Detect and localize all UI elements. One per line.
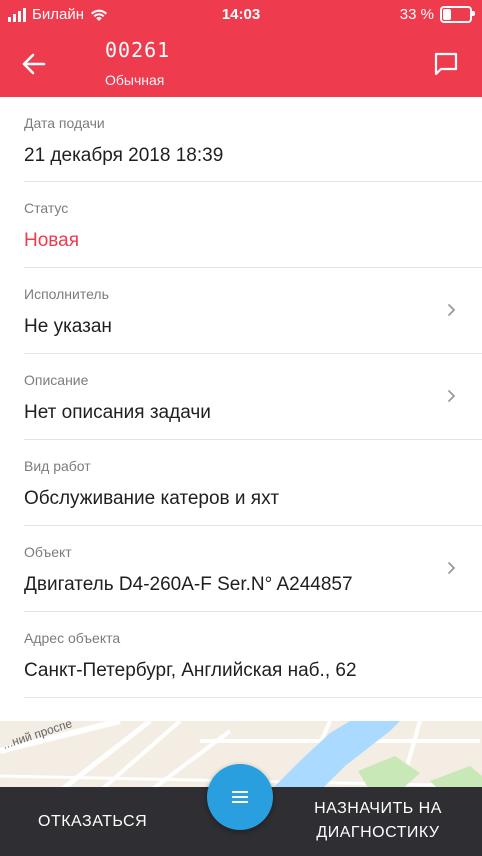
status-value: Новая: [24, 230, 80, 251]
decline-button[interactable]: ОТКАЗАТЬСЯ: [38, 813, 147, 831]
status-bar: Билайн 14:03 33 %: [0, 0, 482, 30]
field-label: Описание: [24, 372, 89, 388]
field-value: Нет описания задачи: [24, 402, 211, 423]
chevron-right-icon: [448, 304, 456, 316]
header-bar: Билайн 14:03 33 % 00261 Обычная: [0, 0, 482, 97]
chevron-right-icon: [448, 390, 456, 402]
assign-diagnostics-button[interactable]: НАЗНАЧИТЬ НА ДИАГНОСТИКУ: [298, 797, 458, 845]
field-value: 21 декабря 2018 18:39: [24, 145, 224, 166]
assign-label-line2: ДИАГНОСТИКУ: [316, 824, 440, 841]
field-object[interactable]: Объект Двигатель D4-260A-F Ser.N° A24485…: [24, 526, 482, 612]
field-label: Объект: [24, 544, 72, 560]
chat-icon[interactable]: [430, 48, 462, 80]
battery-icon: [440, 6, 475, 23]
details-list: Дата подачи 21 декабря 2018 18:39 Статус…: [0, 97, 482, 698]
field-value: Двигатель D4-260A-F Ser.N° A244857: [24, 574, 353, 595]
assign-label-line1: НАЗНАЧИТЬ НА: [314, 800, 442, 817]
field-value: Обслуживание катеров и яхт: [24, 488, 280, 509]
field-assignee[interactable]: Исполнитель Не указан: [24, 268, 482, 354]
menu-fab-button[interactable]: [207, 764, 273, 830]
battery-level: [443, 9, 451, 20]
field-value: Санкт-Петербург, Английская наб., 62: [24, 660, 357, 681]
field-description[interactable]: Описание Нет описания задачи: [24, 354, 482, 440]
field-label: Вид работ: [24, 458, 91, 474]
battery-percent: 33 %: [399, 6, 434, 23]
status-right: 33 %: [399, 6, 475, 23]
ticket-priority: Обычная: [105, 72, 165, 88]
field-submit-date: Дата подачи 21 декабря 2018 18:39: [24, 97, 482, 182]
field-status: Статус Новая: [24, 182, 482, 268]
field-address: Адрес объекта Санкт-Петербург, Английска…: [24, 612, 482, 698]
chevron-right-icon: [448, 562, 456, 574]
menu-icon: [232, 791, 248, 803]
back-arrow-icon[interactable]: [16, 46, 52, 82]
navigation-bar: 00261 Обычная: [0, 30, 482, 97]
field-value: Не указан: [24, 316, 112, 337]
field-label: Адрес объекта: [24, 630, 121, 646]
field-label: Статус: [24, 200, 69, 216]
ticket-number: 00261: [105, 38, 171, 62]
field-label: Дата подачи: [24, 115, 105, 131]
field-work-type: Вид работ Обслуживание катеров и яхт: [24, 440, 482, 526]
field-label: Исполнитель: [24, 286, 109, 302]
